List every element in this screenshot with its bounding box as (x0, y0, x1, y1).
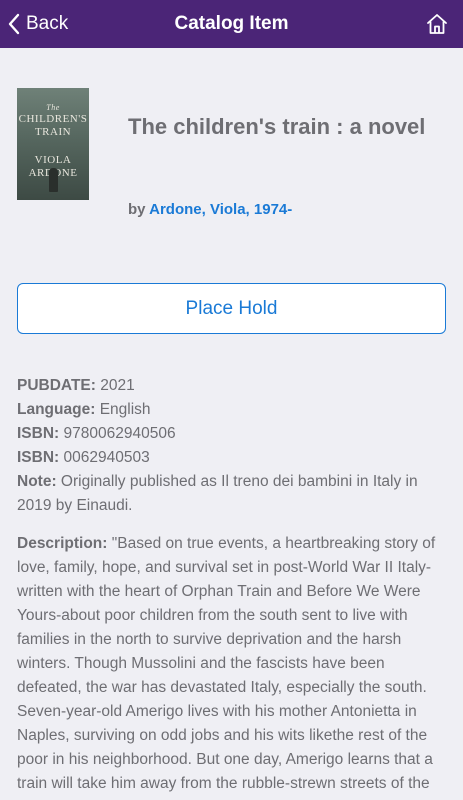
page-title: Catalog Item (174, 13, 289, 34)
language-value: English (99, 401, 151, 418)
place-hold-button[interactable]: Place Hold (17, 283, 446, 334)
back-label: Back (26, 13, 69, 34)
book-cover-image: The CHILDREN'S TRAIN VIOLA ARDONE (17, 88, 89, 200)
cover-author-line1: VIOLA (34, 154, 72, 166)
cover-title-line1: CHILDREN'S (18, 113, 88, 125)
description: Description: "Based on true events, a he… (17, 532, 447, 796)
book-title: The children's train : a novel (128, 114, 426, 139)
by-label: by (128, 201, 146, 218)
language-label: Language: (17, 401, 96, 418)
isbn-value: 0062940503 (63, 449, 150, 466)
description-label: Description: (17, 535, 108, 552)
item-details: PUBDATE: 2021 Language: English ISBN: 97… (17, 374, 447, 518)
isbn-value: 9780062940506 (63, 425, 176, 442)
cover-figure (49, 168, 58, 192)
author-link[interactable]: Ardone, Viola, 1974- (149, 201, 292, 218)
note-row: Note: Originally published as Il treno d… (17, 470, 447, 518)
isbn-row: ISBN: 0062940503 (17, 446, 447, 470)
language-row: Language: English (17, 398, 447, 422)
back-button[interactable]: Back (8, 0, 68, 48)
nav-bar: Back Catalog Item (0, 0, 463, 48)
pubdate-row: PUBDATE: 2021 (17, 374, 447, 398)
cover-title-small: The (46, 103, 60, 112)
note-label: Note: (17, 473, 57, 490)
byline: by Ardone, Viola, 1974- (128, 201, 292, 218)
chevron-left-icon (8, 13, 20, 35)
isbn-label: ISBN: (17, 449, 60, 466)
cover-title-line2: TRAIN (34, 126, 72, 138)
isbn-row: ISBN: 9780062940506 (17, 422, 447, 446)
note-value: Originally published as Il treno dei bam… (17, 473, 418, 514)
isbn-label: ISBN: (17, 425, 60, 442)
description-text: "Based on true events, a heartbreaking s… (17, 535, 436, 792)
home-icon[interactable] (425, 12, 449, 36)
pubdate-value: 2021 (100, 377, 135, 394)
pubdate-label: PUBDATE: (17, 377, 96, 394)
